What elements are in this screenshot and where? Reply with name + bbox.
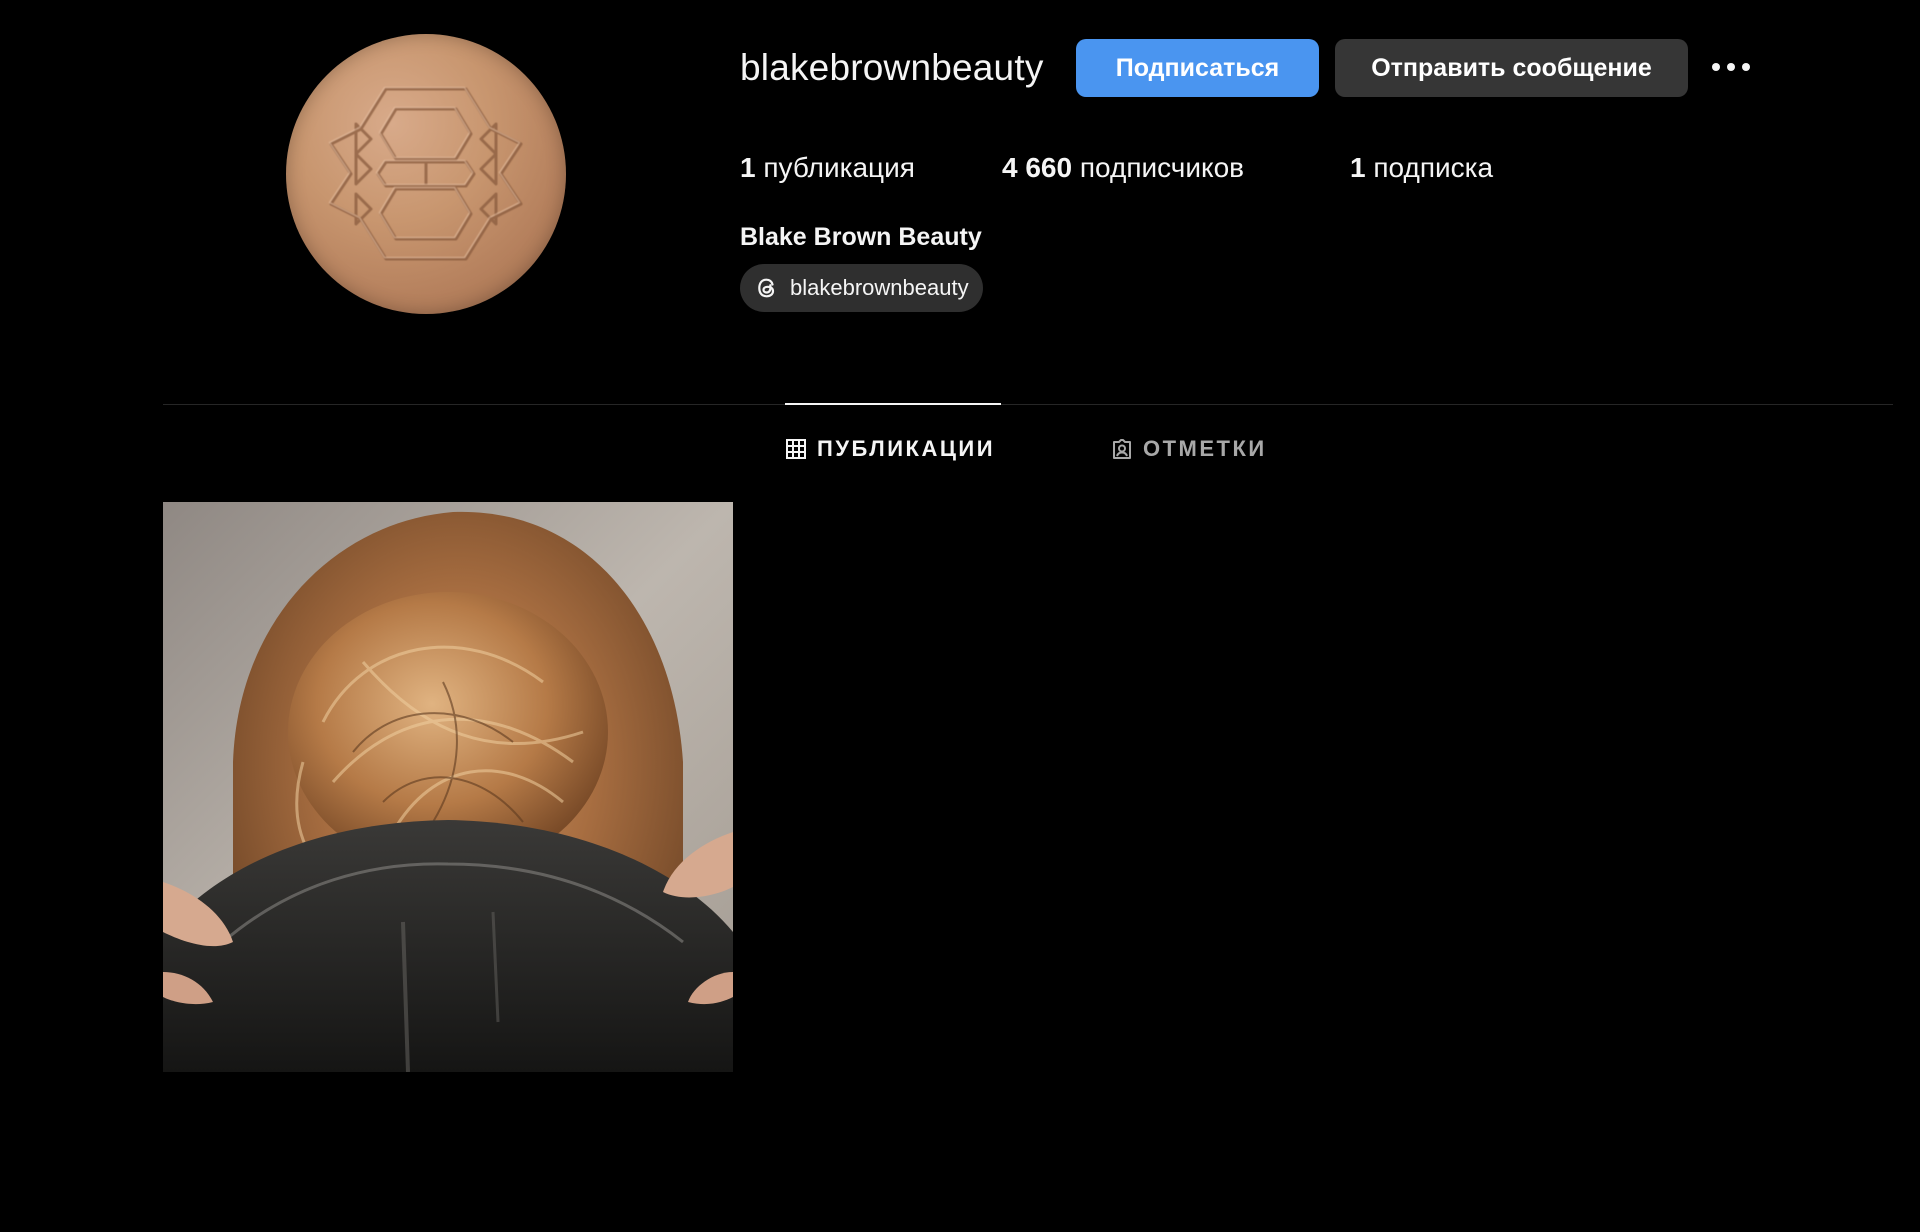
send-message-button[interactable]: Отправить сообщение [1335, 39, 1688, 97]
following-stat[interactable]: 1 подписка [1350, 148, 1493, 188]
followers-label: подписчиков [1079, 152, 1245, 183]
tab-posts-label: ПУБЛИКАЦИИ [817, 436, 996, 461]
more-options-button[interactable] [1708, 52, 1754, 82]
posts-count-stat: 1 публикация [740, 148, 915, 188]
profile-page: blakebrownbeauty Подписаться Отправить с… [0, 0, 1920, 1232]
tab-posts[interactable]: ПУБЛИКАЦИИ [785, 436, 995, 462]
profile-full-name: Blake Brown Beauty [740, 223, 982, 251]
honeycomb-logo-icon [328, 86, 523, 261]
profile-avatar[interactable] [286, 34, 566, 314]
following-label: подписка [1373, 152, 1494, 183]
tagged-icon [1113, 439, 1131, 459]
threads-handle: blakebrownbeauty [790, 275, 969, 300]
threads-link-chip[interactable]: blakebrownbeauty [740, 264, 983, 312]
active-tab-indicator [785, 403, 1001, 405]
post-thumbnail[interactable] [163, 502, 733, 1072]
profile-username: blakebrownbeauty [740, 47, 1044, 88]
followers-count: 4 660 [1002, 152, 1073, 183]
posts-count: 1 [740, 152, 756, 183]
follow-button[interactable]: Подписаться [1076, 39, 1319, 97]
tab-tagged[interactable]: ОТМЕТКИ [1111, 436, 1267, 462]
tabs-divider [163, 404, 1893, 405]
more-horizontal-icon [1712, 63, 1750, 71]
following-count: 1 [1350, 152, 1366, 183]
tab-tagged-label: ОТМЕТКИ [1143, 436, 1267, 461]
grid-icon [786, 439, 806, 459]
posts-label: публикация [763, 152, 915, 183]
threads-icon [758, 278, 775, 298]
post-image-hair-bun [163, 502, 733, 1072]
followers-stat[interactable]: 4 660 подписчиков [1002, 148, 1244, 188]
